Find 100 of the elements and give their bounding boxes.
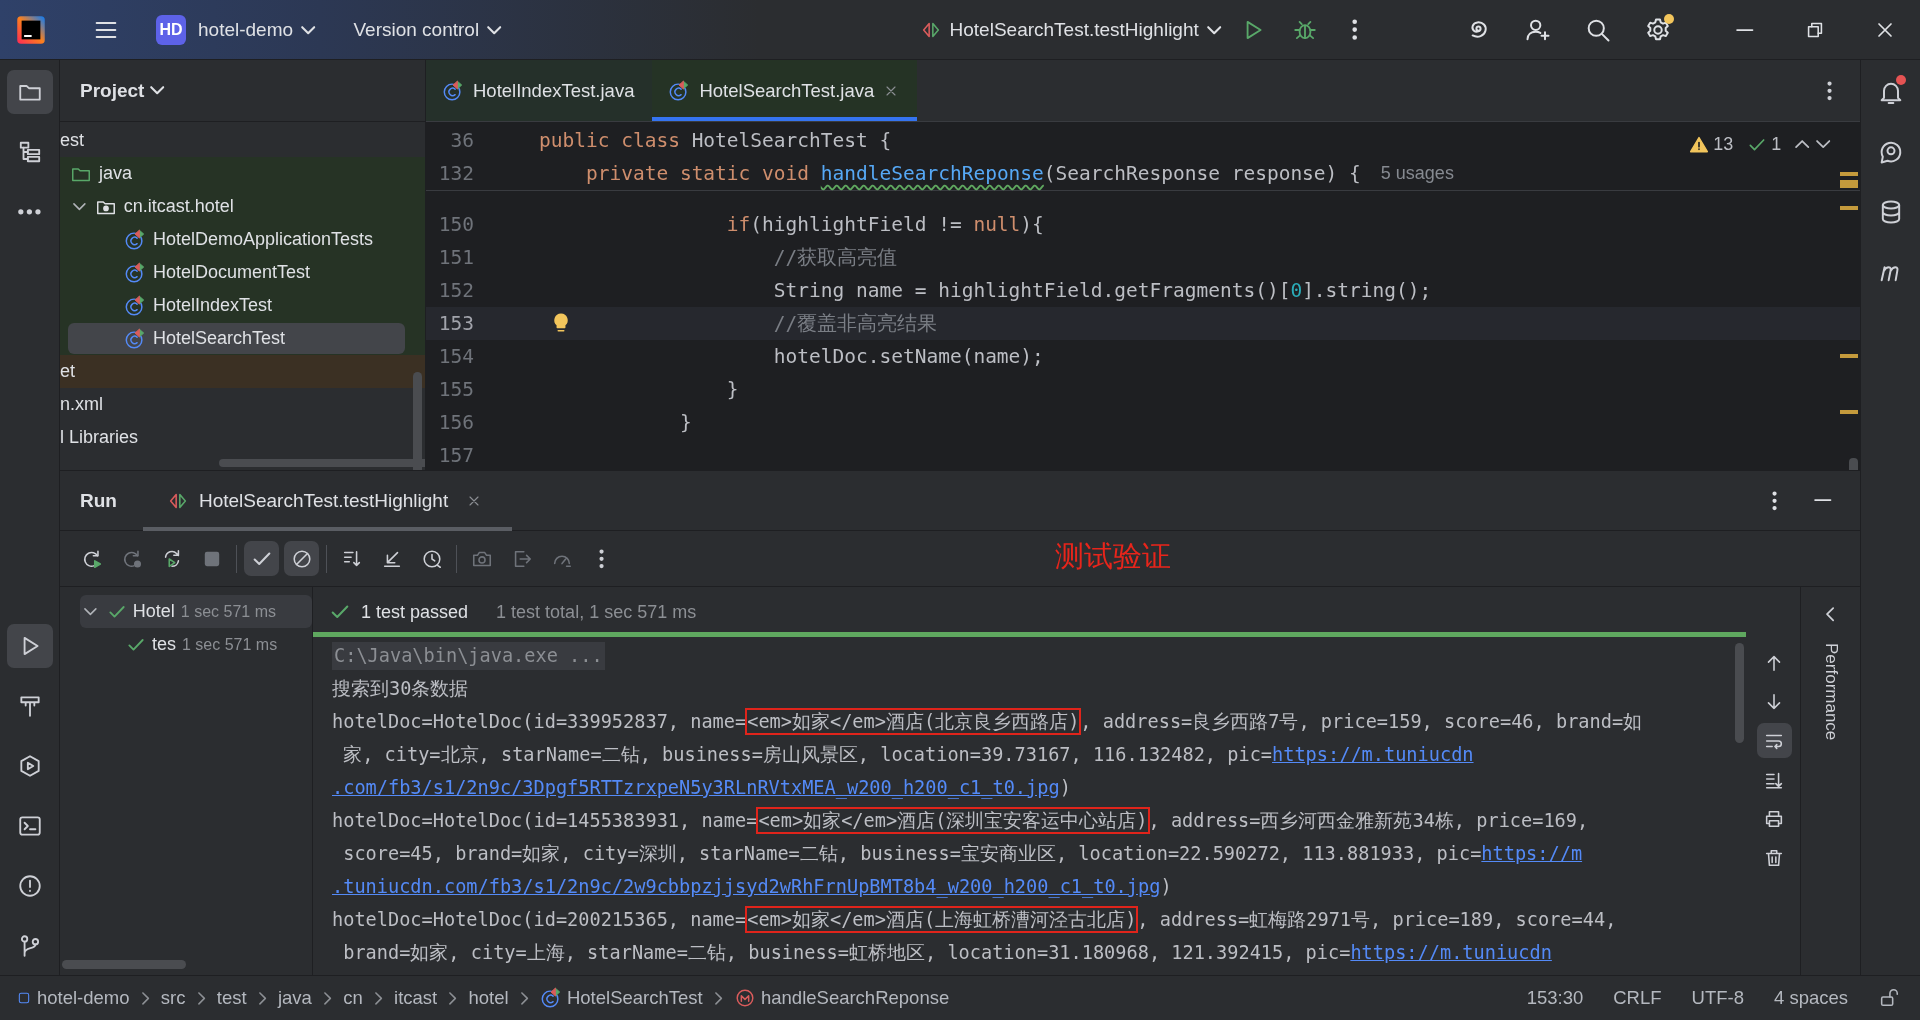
scrollbar[interactable] bbox=[219, 459, 425, 467]
usages-hint[interactable]: 5 usages bbox=[1380, 163, 1454, 184]
console-line: .tuniucdn.com/fb3/s1/2n9c/2w9cbbpzjjsyd2wRhFrnUpBMT8b4_w200_h200_c1_t0.jpg) bbox=[332, 876, 1172, 897]
line-number: 151 bbox=[437, 246, 474, 269]
minimize-icon bbox=[1736, 28, 1754, 32]
scrollbar[interactable] bbox=[413, 372, 422, 470]
vcs-menu[interactable]: Version control bbox=[343, 9, 512, 51]
terminal-icon bbox=[16, 813, 43, 839]
warning-marker[interactable] bbox=[1840, 354, 1858, 358]
breadcrumb[interactable]: src bbox=[160, 987, 186, 1009]
passed-indicator[interactable]: 1 bbox=[1747, 134, 1782, 155]
line-number: 132 bbox=[437, 162, 474, 185]
chevron-right-icon bbox=[449, 991, 457, 1005]
tree-item[interactable]: HotelDocumentTest bbox=[68, 257, 405, 288]
annotation-box: <em>如家</em>酒店(上海虹桥漕河泾古北店) bbox=[746, 906, 1138, 932]
line-number: 36 bbox=[449, 129, 474, 152]
warning-marker[interactable] bbox=[1840, 180, 1858, 188]
run-config-selector[interactable]: HotelSearchTest.testHighlight bbox=[909, 9, 1232, 51]
code-line: if(highlightField != null){ bbox=[726, 213, 1044, 236]
caret-down-icon bbox=[150, 86, 165, 95]
minimize-icon bbox=[1814, 499, 1832, 502]
breadcrumb[interactable]: java bbox=[277, 987, 312, 1009]
tree-item[interactable]: n.xml bbox=[60, 389, 405, 420]
tree-item[interactable]: HotelIndexTest bbox=[68, 290, 405, 321]
tree-item[interactable]: et bbox=[60, 356, 405, 387]
test-class-icon bbox=[668, 79, 691, 102]
caret-down-icon bbox=[301, 25, 316, 35]
console-line: hotelDoc=HotelDoc(id=339952837, name=<em>如家</em>酒店(北京良乡西路店), address=良乡西路7号, price=159, score=46, brand=如 bbox=[332, 708, 1643, 735]
annotation-box: <em>如家</em>酒店(北京良乡西路店) bbox=[746, 708, 1081, 734]
caret-down-icon bbox=[1206, 25, 1222, 35]
console-line: score=45, brand=如家, city=深圳, starName=二钻, business=宝安商业区, location=22.590272, 113.881933, pic=https://m bbox=[342, 841, 1583, 866]
warning-marker[interactable] bbox=[1840, 172, 1858, 176]
module-icon bbox=[16, 990, 32, 1006]
chevron-right-icon bbox=[520, 991, 528, 1005]
tree-item[interactable]: HotelSearchTest bbox=[68, 323, 405, 354]
editor-tab[interactable]: HotelSearchTest.java bbox=[652, 60, 918, 121]
project-switcher[interactable]: HD hotel-demo bbox=[146, 9, 326, 51]
app-logo-icon bbox=[16, 15, 46, 45]
project-tool-button[interactable] bbox=[6, 70, 53, 114]
tree-item[interactable]: est bbox=[60, 125, 405, 156]
breadcrumb[interactable]: test bbox=[216, 987, 247, 1009]
chevron-down-icon bbox=[1815, 140, 1830, 149]
tree-item[interactable]: HotelDemoApplicationTests bbox=[68, 224, 405, 255]
tree-item[interactable]: java bbox=[68, 158, 405, 189]
test-class-icon bbox=[539, 987, 562, 1009]
indent-setting[interactable]: 4 spaces bbox=[1773, 987, 1848, 1009]
warnings-indicator[interactable]: 13 bbox=[1689, 134, 1734, 155]
more-icon bbox=[1828, 81, 1832, 100]
test-class-icon bbox=[124, 261, 146, 284]
breadcrumb[interactable]: hotel bbox=[468, 987, 509, 1009]
line-number: 152 bbox=[437, 279, 474, 302]
console-line: brand=如家, city=上海, starName=二钻, business=虹桥地区, location=31.180968, 121.392415, pic=https://m.tuniucdn bbox=[342, 940, 1552, 965]
test-tree-item[interactable]: tes 1 sec 571 ms bbox=[80, 628, 312, 661]
run-tool-button[interactable] bbox=[6, 624, 53, 668]
show-ignored-button[interactable] bbox=[284, 541, 319, 576]
project-badge: HD bbox=[156, 15, 186, 45]
line-number: 156 bbox=[437, 411, 474, 434]
performance-tab[interactable]: Performance bbox=[1820, 643, 1841, 741]
warning-marker[interactable] bbox=[1840, 206, 1858, 210]
code-line: hotelDoc.setName(name); bbox=[773, 345, 1044, 368]
lock-icon bbox=[1878, 987, 1900, 1009]
chevron-right-icon bbox=[714, 991, 722, 1005]
read-only-toggle[interactable] bbox=[1878, 987, 1900, 1009]
next-button[interactable] bbox=[1815, 140, 1830, 149]
link[interactable]: https://m.tuniucdn bbox=[1350, 941, 1552, 963]
line-number: 153 bbox=[437, 312, 474, 335]
more-icon bbox=[1353, 20, 1357, 40]
project-view-selector[interactable]: Project bbox=[80, 79, 165, 102]
breadcrumb[interactable]: handleSearchReponse bbox=[734, 987, 950, 1009]
warning-marker[interactable] bbox=[1840, 410, 1858, 414]
tree-item[interactable]: l Libraries bbox=[60, 422, 405, 453]
show-passed-button[interactable] bbox=[244, 541, 279, 576]
caret-position[interactable]: 153:30 bbox=[1526, 987, 1584, 1009]
code-line: } bbox=[726, 378, 739, 401]
code-line: String name = highlightField.getFragments()[0].string(); bbox=[773, 279, 1432, 302]
tree-item[interactable]: cn.itcast.hotel bbox=[68, 191, 405, 222]
link[interactable]: https://m bbox=[1481, 842, 1583, 864]
link[interactable]: .tuniucdn.com/fb3/s1/2n9c/2w9cbbpzjjsyd2wRhFrnUpBMT8b4_w200_h200_c1_t0.jpg bbox=[332, 876, 1161, 897]
scrollbar[interactable] bbox=[62, 960, 186, 969]
test-class-icon bbox=[124, 228, 146, 251]
link[interactable]: https://m.tuniucdn bbox=[1272, 743, 1474, 765]
link[interactable]: .com/fb3/s1/2n9c/3Dpgf5RTTzrxpeN5y3RLnRVtxMEA_w200_h200_c1_t0.jpg bbox=[332, 777, 1060, 798]
chevron-right-icon bbox=[374, 991, 383, 1005]
run-tab[interactable]: HotelSearchTest.testHighlight bbox=[142, 471, 513, 531]
code-line: public class HotelSearchTest { bbox=[539, 129, 892, 152]
breadcrumb[interactable]: HotelSearchTest bbox=[539, 987, 703, 1009]
soft-wrap-button[interactable] bbox=[1756, 723, 1792, 758]
breadcrumb[interactable]: hotel-demo bbox=[16, 987, 130, 1009]
method-icon bbox=[734, 987, 756, 1009]
test-tree-item[interactable]: Hotel 1 sec 571 ms bbox=[80, 595, 312, 628]
breadcrumb[interactable]: cn bbox=[343, 987, 363, 1009]
editor-tab[interactable]: HotelIndexTest.java bbox=[426, 60, 653, 121]
scrollbar[interactable] bbox=[1735, 643, 1744, 743]
line-ending[interactable]: CRLF bbox=[1613, 987, 1662, 1009]
previous-button[interactable] bbox=[1795, 140, 1810, 149]
line-number: 154 bbox=[437, 345, 474, 368]
breadcrumb[interactable]: itcast bbox=[394, 987, 438, 1009]
file-encoding[interactable]: UTF-8 bbox=[1691, 987, 1744, 1009]
chevron-left-icon bbox=[1826, 606, 1835, 622]
more-icon bbox=[1773, 491, 1777, 510]
